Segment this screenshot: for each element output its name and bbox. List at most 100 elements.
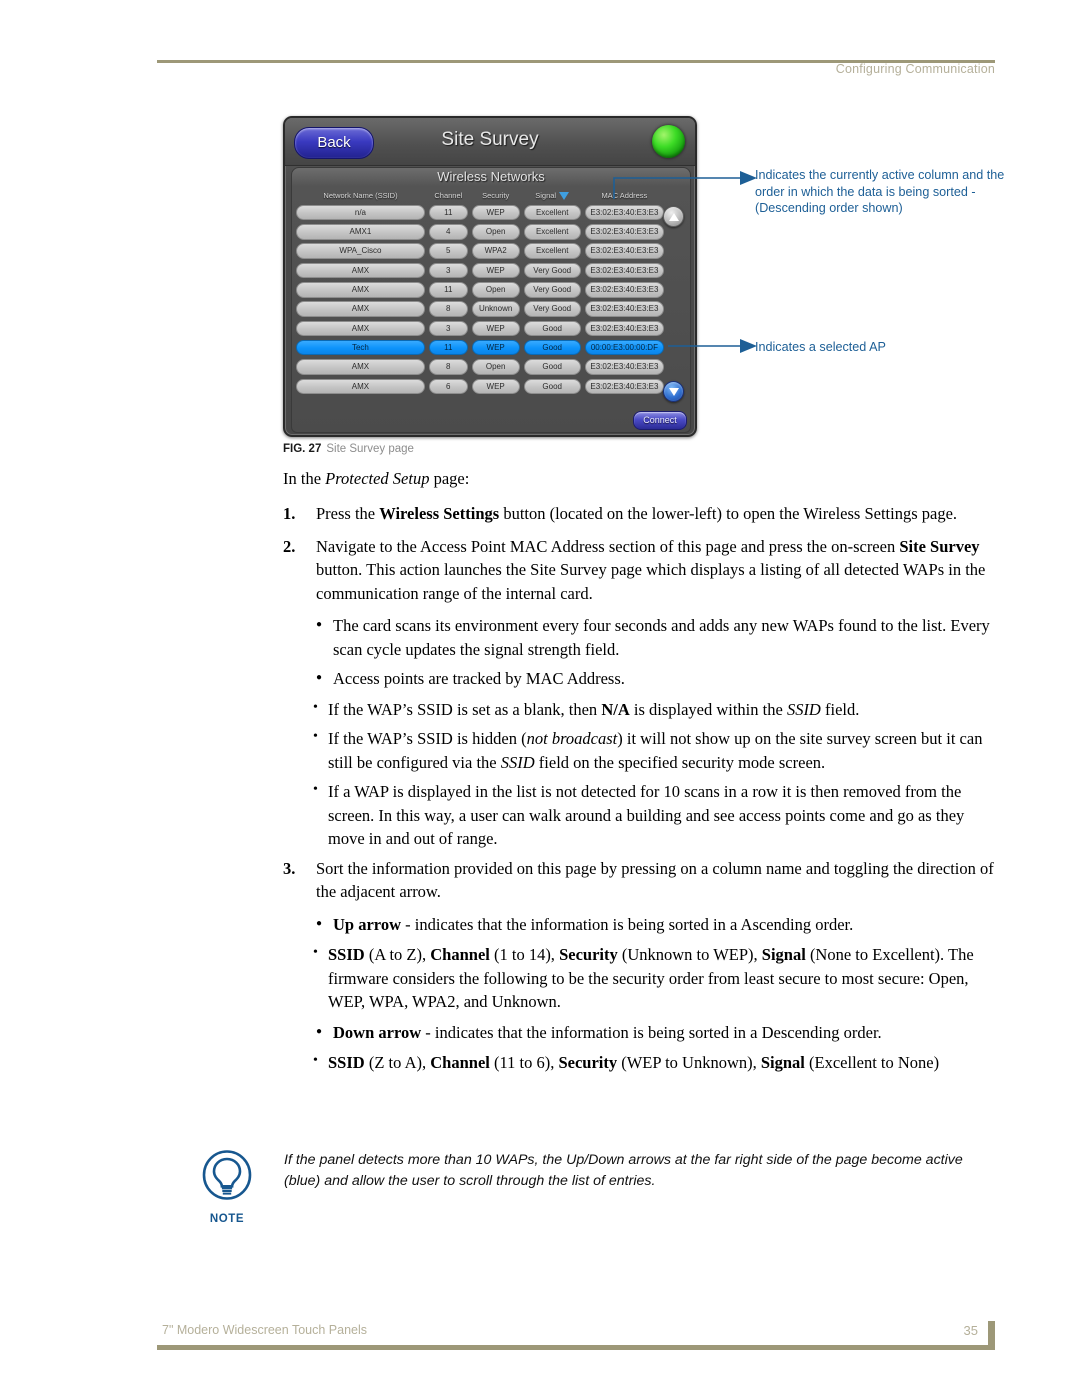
cell-security[interactable]: Open — [471, 224, 520, 240]
table-row[interactable]: AMX1 4 Open Excellent E3:02:E3:40:E3:E3 — [296, 222, 664, 241]
cell-channel[interactable]: 5 — [428, 243, 468, 259]
cell-mac[interactable]: E3:02:E3:40:E3:E3 — [584, 301, 664, 317]
wap-table: Network Name (SSID) Channel Security Sig… — [296, 188, 664, 396]
cell-channel[interactable]: 4 — [428, 224, 468, 240]
arrow-up-icon — [668, 212, 679, 221]
cell-signal[interactable]: Very Good — [523, 282, 581, 298]
cell-mac[interactable]: E3:02:E3:40:E3:E3 — [584, 282, 664, 298]
procedure-steps-continued: 3. Sort the information provided on this… — [283, 857, 995, 904]
cell-ssid[interactable]: AMX — [296, 378, 425, 395]
note-label: NOTE — [209, 1213, 245, 1225]
table-row[interactable]: AMX 8 Unknown Very Good E3:02:E3:40:E3:E3 — [296, 299, 664, 318]
table-row[interactable]: AMX 11 Open Very Good E3:02:E3:40:E3:E3 — [296, 280, 664, 299]
cell-security[interactable]: WEP — [471, 339, 520, 356]
callout-selected-ap: Indicates a selected AP — [755, 340, 886, 354]
cell-channel[interactable]: 6 — [428, 378, 468, 395]
list-item: Access points are tracked by MAC Address… — [316, 666, 995, 691]
cell-channel[interactable]: 3 — [428, 262, 468, 279]
cell-security[interactable]: WEP — [471, 204, 520, 221]
sort-descending-arrow-icon[interactable] — [559, 191, 570, 200]
step-2-bullets: The card scans its environment every fou… — [283, 613, 995, 691]
procedure-steps: 1. Press the Wireless Settings button (l… — [283, 502, 995, 605]
subbullet-text: If a WAP is displayed in the list is not… — [328, 782, 965, 848]
cell-security[interactable]: Unknown — [471, 301, 520, 317]
cell-mac[interactable]: E3:02:E3:40:E3:E3 — [584, 262, 664, 279]
cell-ssid[interactable]: AMX — [296, 301, 425, 317]
footer-accent-tab — [988, 1321, 995, 1350]
cell-mac[interactable]: E3:02:E3:40:E3:E3 — [584, 320, 664, 337]
column-header-channel[interactable]: Channel — [429, 191, 468, 200]
cell-ssid[interactable]: AMX1 — [296, 224, 425, 240]
bullet-text: Down arrow - indicates that the informat… — [333, 1022, 882, 1042]
table-row[interactable]: AMX 3 WEP Good E3:02:E3:40:E3:E3 — [296, 319, 664, 338]
cell-ssid[interactable]: WPA_Cisco — [296, 243, 425, 259]
cell-security[interactable]: Open — [471, 359, 520, 375]
step-3-number: 3. — [283, 858, 296, 878]
cell-signal[interactable]: Very Good — [523, 262, 581, 279]
table-row-selected[interactable]: Tech 11 WEP Good 00:00:E3:00:00:DF — [296, 338, 664, 357]
cell-security[interactable]: Open — [471, 282, 520, 298]
cell-security[interactable]: WEP — [471, 378, 520, 395]
cell-signal[interactable]: Good — [523, 339, 581, 356]
step-1: 1. Press the Wireless Settings button (l… — [283, 502, 995, 526]
cell-ssid[interactable]: AMX — [296, 320, 425, 337]
cell-ssid[interactable]: AMX — [296, 262, 425, 279]
figure-site-survey: Back Site Survey Wireless Networks Netwo… — [283, 116, 697, 437]
cell-ssid[interactable]: AMX — [296, 282, 425, 298]
cell-signal[interactable]: Excellent — [523, 224, 581, 240]
step-3-bullets-ascending: Up arrow - indicates that the informatio… — [283, 912, 995, 937]
table-row[interactable]: AMX 8 Open Good E3:02:E3:40:E3:E3 — [296, 357, 664, 376]
cell-ssid[interactable]: AMX — [296, 359, 425, 375]
connect-button[interactable]: Connect — [633, 411, 687, 430]
cell-signal[interactable]: Very Good — [523, 301, 581, 317]
scroll-up-button[interactable] — [663, 206, 684, 227]
cell-mac[interactable]: 00:00:E3:00:00:DF — [584, 339, 664, 356]
footer-rule — [157, 1345, 995, 1350]
cell-channel[interactable]: 3 — [428, 320, 468, 337]
column-header-security[interactable]: Security — [472, 191, 520, 200]
figure-caption-text: Site Survey page — [326, 443, 414, 455]
scroll-down-button[interactable] — [663, 381, 684, 402]
subbullet-text: If the WAP’s SSID is hidden (not broadca… — [328, 729, 983, 772]
column-header-signal[interactable]: Signal — [524, 191, 581, 200]
step-3-text: Sort the information provided on this pa… — [316, 858, 994, 902]
step-2-text: Navigate to the Access Point MAC Address… — [316, 536, 986, 603]
cell-channel[interactable]: 8 — [428, 301, 468, 317]
table-row[interactable]: AMX 3 WEP Very Good E3:02:E3:40:E3:E3 — [296, 261, 664, 280]
cell-signal[interactable]: Good — [523, 378, 581, 395]
cell-channel[interactable]: 11 — [428, 204, 468, 221]
panel-title: Site Survey — [441, 129, 539, 150]
cell-mac[interactable]: E3:02:E3:40:E3:E3 — [584, 204, 664, 221]
table-row[interactable]: n/a 11 WEP Excellent E3:02:E3:40:E3:E3 — [296, 203, 664, 222]
cell-mac[interactable]: E3:02:E3:40:E3:E3 — [584, 224, 664, 240]
note-text: If the panel detects more than 10 WAPs, … — [284, 1152, 963, 1189]
cell-mac[interactable]: E3:02:E3:40:E3:E3 — [584, 243, 664, 259]
subbullet-text: SSID (A to Z), Channel (1 to 14), Securi… — [328, 945, 974, 1011]
cell-mac[interactable]: E3:02:E3:40:E3:E3 — [584, 359, 664, 375]
cell-signal[interactable]: Excellent — [523, 204, 581, 221]
step-3-subbullets-descending: SSID (Z to A), Channel (11 to 6), Securi… — [283, 1049, 995, 1075]
column-header-ssid[interactable]: Network Name (SSID) — [296, 191, 425, 200]
wireless-networks-list: Wireless Networks Network Name (SSID) Ch… — [291, 167, 691, 433]
cell-security[interactable]: WEP — [471, 262, 520, 279]
cell-signal[interactable]: Excellent — [523, 243, 581, 259]
table-row[interactable]: AMX 6 WEP Good E3:02:E3:40:E3:E3 — [296, 377, 664, 396]
cell-security[interactable]: WPA2 — [471, 243, 520, 259]
cell-security[interactable]: WEP — [471, 320, 520, 337]
table-row[interactable]: WPA_Cisco 5 WPA2 Excellent E3:02:E3:40:E3:E3 — [296, 242, 664, 261]
cell-channel[interactable]: 8 — [428, 359, 468, 375]
list-item: Up arrow - indicates that the informatio… — [316, 912, 995, 937]
cell-signal[interactable]: Good — [523, 359, 581, 375]
cell-mac[interactable]: E3:02:E3:40:E3:E3 — [584, 378, 664, 395]
step-2-subbullets: If the WAP’s SSID is set as a blank, the… — [283, 696, 995, 851]
bullet-text: The card scans its environment every fou… — [333, 616, 990, 659]
cell-signal[interactable]: Good — [523, 320, 581, 337]
cell-channel[interactable]: 11 — [428, 339, 468, 356]
list-item: If a WAP is displayed in the list is not… — [313, 778, 995, 851]
column-header-mac[interactable]: MAC Address — [585, 191, 664, 200]
panel-titlebar: Back Site Survey — [285, 118, 695, 166]
cell-ssid[interactable]: Tech — [296, 339, 425, 356]
note-icon-group: NOTE — [196, 1150, 258, 1225]
cell-channel[interactable]: 11 — [428, 282, 468, 298]
cell-ssid[interactable]: n/a — [296, 204, 425, 221]
